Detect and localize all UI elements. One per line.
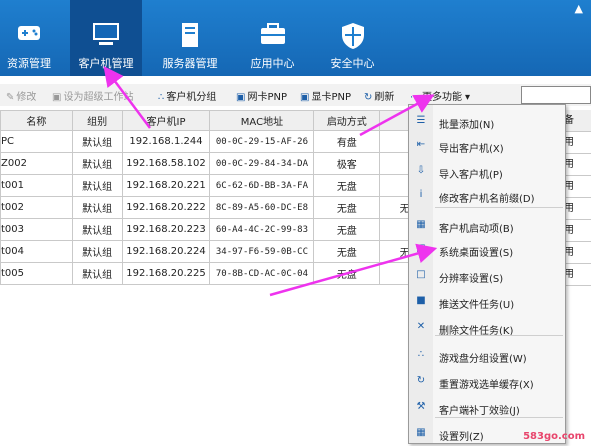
arrow-to-desktop-setting bbox=[269, 243, 438, 297]
watermark: 583go.com bbox=[523, 431, 585, 442]
arrow-to-more bbox=[359, 94, 435, 137]
annotation-arrows bbox=[103, 66, 438, 297]
arrow-to-client-nav bbox=[103, 66, 151, 129]
